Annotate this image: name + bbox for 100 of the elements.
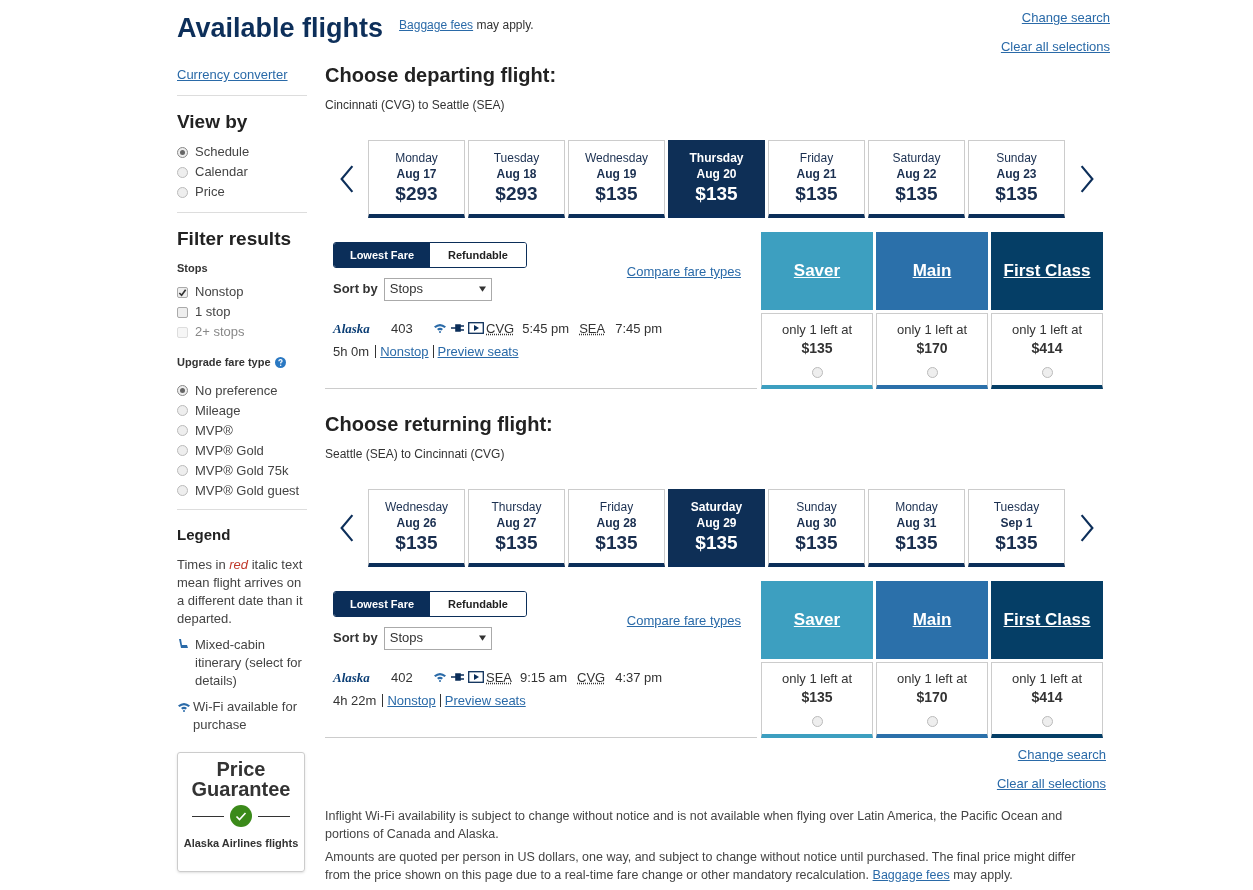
baggage-note: may apply. [476,18,534,32]
video-screen-icon [468,322,484,335]
fare-option[interactable]: only 1 left at $414 [991,662,1103,738]
baggage-fees-link[interactable]: Baggage fees [872,868,950,882]
radio-label: Schedule [195,143,250,162]
view-by-heading: View by [177,109,249,134]
radio-button[interactable] [177,465,188,476]
airline-logo: Alaska [333,668,371,687]
checkbox-label: 2+ stops [195,323,245,342]
origin-airport: CVG [486,319,515,338]
wifi-icon [433,672,447,683]
radio-button[interactable] [177,385,188,396]
sort-select[interactable]: Stops [383,626,492,650]
radio-button[interactable] [177,405,188,416]
currency-converter-link[interactable]: Currency converter [177,65,314,85]
radio-button[interactable] [177,186,188,198]
radio-button[interactable] [811,716,823,727]
preview-seats-link[interactable]: Preview seats [437,342,519,362]
compare-fare-types-link[interactable]: Compare fare types [626,262,741,282]
caret-icon [478,286,486,292]
fare-toggle-tab[interactable]: Lowest Fare [334,592,430,616]
sort-select[interactable]: Stops [383,277,492,301]
change-search-link[interactable]: Change search [1017,745,1106,765]
date-tab[interactable]: Sunday Aug 23 $135 [968,140,1065,218]
radio-label: MVP® Gold guest [195,481,300,500]
date-tab[interactable]: Tuesday Aug 18 $293 [468,140,565,218]
radio-label: Price [195,183,225,202]
flight-duration: 5h 0m [333,343,370,361]
departure-time: 9:15 am [520,668,567,687]
nonstop-link[interactable]: Nonstop [387,691,436,711]
compare-fare-types-link[interactable]: Compare fare types [626,611,741,631]
radio-label: MVP® Gold [195,441,264,460]
radio-button[interactable] [811,367,823,378]
radio-label: MVP® Gold 75k [195,461,289,480]
power-plug-icon [451,672,465,683]
flight-number: 402 [391,668,414,687]
departure-time: 5:45 pm [522,319,570,338]
date-tab[interactable]: Wednesday Aug 26 $135 [368,489,465,567]
fare-option[interactable]: only 1 left at $170 [876,313,988,389]
nonstop-link[interactable]: Nonstop [380,342,429,362]
radio-button[interactable] [1041,367,1053,378]
radio-label: Calendar [195,163,248,182]
guarantee-caption: Alaska Airlines flights [183,836,299,851]
clear-selections-link[interactable]: Clear all selections [1000,36,1110,56]
radio-button[interactable] [177,425,188,436]
disclaimer-text: Amounts are quoted per person in US dollars, one way, and subject to change without notice until purchased. The final price might differ from the price shown on this page due to a real-time fare change or other mandatory recalculation. Baggage fees may apply. [325,849,1077,884]
date-tab[interactable]: Monday Aug 17 $293 [368,140,465,218]
preview-seats-link[interactable]: Preview seats [444,691,526,711]
fare-type-header[interactable]: First Class [991,581,1103,659]
baggage-fees-link[interactable]: Baggage fees [399,18,474,32]
fare-option[interactable]: only 1 left at $135 [761,313,873,389]
date-tab[interactable]: Friday Aug 21 $135 [768,140,865,218]
date-tab[interactable]: Saturday Aug 22 $135 [868,140,965,218]
date-tab[interactable]: Saturday Aug 29 $135 [668,489,765,567]
video-screen-icon [468,671,484,684]
fare-type-header[interactable]: Main [876,232,988,310]
filter-heading: Filter results [177,227,293,251]
radio-button[interactable] [177,146,188,158]
date-tab[interactable]: Tuesday Sep 1 $135 [968,489,1065,567]
radio-button[interactable] [926,367,938,378]
destination-airport: CVG [577,668,606,687]
checkbox[interactable] [177,286,188,298]
change-search-link[interactable]: Change search [1021,8,1110,28]
route-text: Seattle (SEA) to Cincinnati (CVG) [325,446,506,463]
radio-button[interactable] [177,485,188,496]
date-tab[interactable]: Thursday Aug 27 $135 [468,489,565,567]
page-title: Available flights [177,11,384,45]
wifi-icon [177,702,191,712]
date-tab[interactable]: Friday Aug 28 $135 [568,489,665,567]
radio-button[interactable] [177,166,188,178]
fare-option[interactable]: only 1 left at $414 [991,313,1103,389]
upgrade-fare-label: Upgrade fare type [177,355,271,370]
section-title: Choose returning flight: [325,412,554,437]
radio-button[interactable] [926,716,938,727]
fare-type-header[interactable]: Main [876,581,988,659]
fare-option[interactable]: only 1 left at $170 [876,662,988,738]
checkbox-label: Nonstop [195,283,244,302]
radio-button[interactable] [1041,716,1053,727]
date-tab[interactable]: Thursday Aug 20 $135 [668,140,765,218]
fare-toggle-tab[interactable]: Lowest Fare [334,243,430,267]
date-tab[interactable]: Monday Aug 31 $135 [868,489,965,567]
fare-type-header[interactable]: First Class [991,232,1103,310]
date-tab[interactable]: Wednesday Aug 19 $135 [568,140,665,218]
legend-heading: Legend [177,524,232,545]
seat-icon [177,638,189,650]
fare-option[interactable]: only 1 left at $135 [761,662,873,738]
help-icon[interactable] [274,356,286,368]
arrival-time: 4:37 pm [615,668,663,687]
origin-airport: SEA [486,668,512,687]
legend-item-text: Mixed-cabin itinerary (select for details) [194,636,303,690]
clear-selections-link[interactable]: Clear all selections [996,773,1106,793]
guarantee-title: Price Guarantee [190,759,292,799]
legend-item-text: Wi-Fi available for purchase [193,698,299,734]
check-circle-icon [230,805,252,827]
flight-number: 403 [391,319,414,338]
caret-icon [478,635,486,641]
radio-button[interactable] [177,445,188,456]
date-tab[interactable]: Sunday Aug 30 $135 [768,489,865,567]
checkbox[interactable] [177,306,188,318]
sort-label: Sort by [333,280,378,299]
